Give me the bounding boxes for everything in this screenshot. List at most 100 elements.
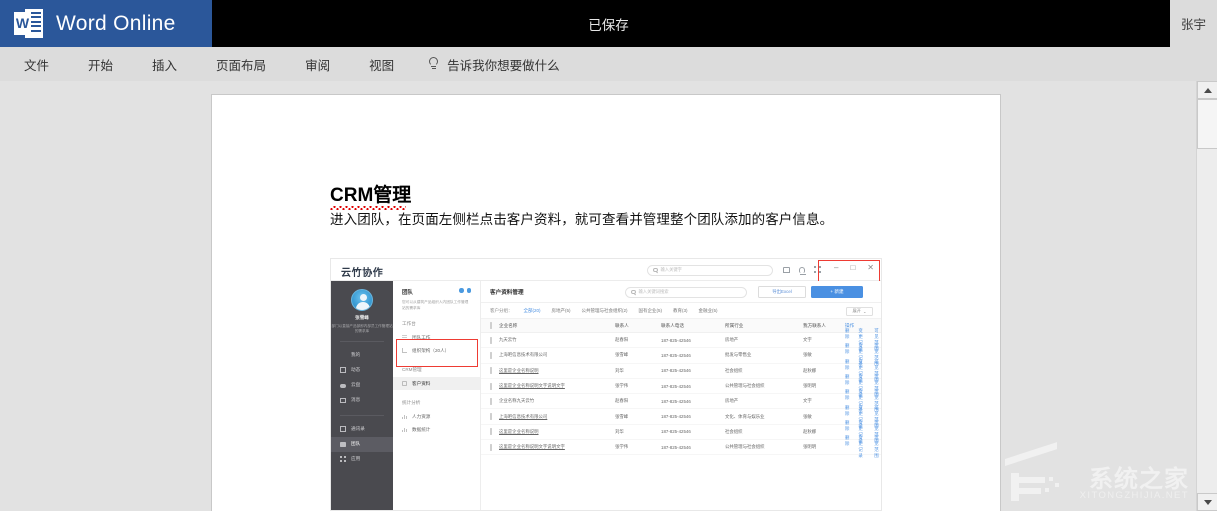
table-row[interactable]: 这里是企业名称说明文字说明文字张学伟187-825-42546公共管理与社会组织… bbox=[481, 379, 881, 394]
cell-industry: 文化、体育与娱乐业 bbox=[725, 414, 803, 420]
nav-item-label: 人力资源 bbox=[412, 414, 430, 420]
row-checkbox[interactable] bbox=[481, 384, 499, 389]
filter-state-owned[interactable]: 国有企业(5) bbox=[639, 308, 663, 314]
sidebar-item-contacts[interactable]: 通讯录 bbox=[331, 422, 393, 437]
tab-page-layout[interactable]: 页面布局 bbox=[210, 47, 272, 81]
scroll-up-button[interactable] bbox=[1197, 81, 1217, 99]
row-checkbox[interactable] bbox=[481, 429, 499, 434]
cell-company-name: 这里是企业名称说明文字说明文字 bbox=[499, 444, 615, 450]
avatar[interactable] bbox=[351, 289, 373, 311]
embedded-screenshot: 云竹协作 输入关键字 – □ ✕ bbox=[330, 258, 882, 511]
sidebar-item-feed[interactable]: 动态 bbox=[331, 363, 393, 378]
main-search-input[interactable]: 输入关键词搜索 bbox=[625, 287, 747, 298]
tab-home[interactable]: 开始 bbox=[82, 47, 119, 81]
table-row[interactable]: 这里是企业名称说明文字说明文字张学伟187-825-42546公共管理与社会组织… bbox=[481, 440, 881, 455]
nav-panel-action-dots[interactable] bbox=[459, 288, 471, 293]
filter-real-estate[interactable]: 房地产(5) bbox=[552, 308, 571, 314]
mail-icon bbox=[340, 398, 346, 403]
column-header-phone: 联系人电话 bbox=[661, 323, 725, 329]
expand-filters-button[interactable]: 展开 ⌄ bbox=[846, 307, 873, 316]
row-checkbox[interactable] bbox=[481, 445, 499, 450]
grid-icon[interactable] bbox=[814, 266, 821, 273]
nav-item-label: 团队工作 bbox=[412, 335, 430, 341]
cell-industry: 公共管理与社会组织 bbox=[725, 383, 803, 389]
export-excel-button[interactable]: 导出Excel bbox=[758, 286, 806, 298]
cell-company-name: 这里是企业名称说明文字说明文字 bbox=[499, 383, 615, 389]
cell-phone: 187-825-42546 bbox=[661, 414, 725, 419]
nav-item-team-work[interactable]: 团队工作 bbox=[393, 331, 480, 344]
filter-finance[interactable]: 金融业(5) bbox=[699, 308, 718, 314]
nav-item-data-stats[interactable]: 数据统计 bbox=[393, 423, 480, 436]
chart-icon bbox=[402, 427, 407, 432]
document-content: CRM管理 进入团队，在页面左侧栏点击客户资料，就可查看并管理整个团队添加的客户… bbox=[330, 185, 930, 229]
tab-insert[interactable]: 插入 bbox=[146, 47, 183, 81]
document-page[interactable]: CRM管理 进入团队，在页面左侧栏点击客户资料，就可查看并管理整个团队添加的客户… bbox=[212, 95, 1000, 511]
row-checkbox[interactable] bbox=[481, 414, 499, 419]
tab-view[interactable]: 视图 bbox=[363, 47, 400, 81]
row-checkbox[interactable] bbox=[481, 353, 499, 358]
table-row[interactable]: 企业名称九天云竹赵春阳187-825-42546房地产文字删除变更记录可见范围 bbox=[481, 394, 881, 409]
embedded-header-icons bbox=[783, 265, 821, 273]
filter-all[interactable]: 全部(20) bbox=[524, 308, 541, 314]
action-delete[interactable]: 删除 bbox=[845, 435, 849, 459]
table-row[interactable]: 上海吧信息技术有限公司张雪峰187-825-42546批发与零售业张敏删除变更记… bbox=[481, 348, 881, 363]
embedded-global-search[interactable]: 输入关键字 bbox=[647, 265, 773, 276]
tab-file[interactable]: 文件 bbox=[18, 47, 55, 81]
sidebar-item-label: 我的 bbox=[351, 352, 360, 358]
filter-education[interactable]: 教育(3) bbox=[673, 308, 688, 314]
cell-contact: 张学伟 bbox=[615, 444, 661, 450]
chevron-down-icon bbox=[1204, 500, 1212, 505]
tab-review[interactable]: 审阅 bbox=[299, 47, 336, 81]
embedded-main-content: 客户资料管理 输入关键词搜索 导出Excel + 新建 客户分组： 全部(20)… bbox=[481, 281, 881, 511]
store-icon[interactable] bbox=[783, 267, 790, 273]
upload-icon bbox=[402, 381, 407, 386]
sidebar-user-desc: 部门以直接产品部即内部员工作管理站的需求库 bbox=[331, 324, 393, 334]
table-row[interactable]: 这里是企业名称说明刘华187-825-42546社会组织赵秋娜删除变更记录可见范… bbox=[481, 425, 881, 440]
new-customer-button[interactable]: + 新建 bbox=[811, 286, 863, 298]
sidebar-item-cloud[interactable]: 云盘 bbox=[331, 378, 393, 393]
scrollbar-thumb[interactable] bbox=[1197, 99, 1217, 149]
close-icon[interactable]: ✕ bbox=[867, 264, 874, 272]
scroll-down-button[interactable] bbox=[1197, 493, 1217, 511]
brand-area: W Word Online bbox=[0, 0, 212, 47]
bell-icon[interactable] bbox=[799, 267, 805, 273]
nav-item-customer-data[interactable]: 客户资料 bbox=[393, 377, 480, 390]
nav-item-label: 客户资料 bbox=[412, 381, 430, 387]
sidebar-item-label: 动态 bbox=[351, 367, 360, 373]
document-paragraph: 进入团队，在页面左侧栏点击客户资料，就可查看并管理整个团队添加的客户信息。 bbox=[330, 210, 930, 229]
vertical-scrollbar[interactable] bbox=[1196, 81, 1217, 511]
row-checkbox[interactable] bbox=[481, 338, 499, 343]
square-icon bbox=[340, 367, 346, 373]
tell-me-search[interactable]: 告诉我你想要做什么 bbox=[427, 47, 560, 81]
maximize-icon[interactable]: □ bbox=[850, 264, 855, 272]
sidebar-item-mine[interactable]: 我的 bbox=[331, 348, 393, 363]
embedded-app-header: 云竹协作 输入关键字 – □ ✕ bbox=[331, 259, 881, 281]
row-checkbox[interactable] bbox=[481, 399, 499, 404]
cell-industry: 公共管理与社会组织 bbox=[725, 444, 803, 450]
window-controls: – □ ✕ bbox=[834, 264, 874, 272]
cell-our-contact: 赵秋娜 bbox=[803, 368, 845, 374]
action-visibility[interactable]: 可见范围 bbox=[874, 435, 881, 459]
page-title: CRM管理 bbox=[330, 185, 411, 207]
user-account-button[interactable]: 张宇 bbox=[1170, 0, 1217, 47]
sidebar-item-apps[interactable]: 应用 bbox=[331, 452, 393, 467]
cell-industry: 房地产 bbox=[725, 398, 803, 404]
sidebar-item-team[interactable]: 团队 bbox=[331, 437, 393, 452]
cell-our-contact: 张敏 bbox=[803, 352, 845, 358]
action-change-log[interactable]: 变更记录 bbox=[858, 435, 865, 459]
cell-our-contact: 文字 bbox=[803, 398, 845, 404]
minimize-icon[interactable]: – bbox=[834, 264, 838, 272]
sidebar-item-message[interactable]: 消息 bbox=[331, 393, 393, 408]
table-header-row: 企业名称 联系人 联系人电话 所属行业 我方联系人 操作 bbox=[481, 319, 881, 333]
table-row[interactable]: 上海吧信息技术有限公司张雪峰187-825-42546文化、体育与娱乐业张敏删除… bbox=[481, 409, 881, 424]
document-canvas: CRM管理 进入团队，在页面左侧栏点击客户资料，就可查看并管理整个团队添加的客户… bbox=[0, 81, 1196, 511]
nav-section-crm: CRM管理 bbox=[393, 357, 480, 377]
table-row[interactable]: 这里是企业名称说明刘华187-825-42546社会组织赵秋娜删除变更记录可见范… bbox=[481, 364, 881, 379]
column-header-name: 企业名称 bbox=[499, 323, 615, 329]
select-all-checkbox[interactable] bbox=[481, 323, 499, 328]
nav-item-hr[interactable]: 人力资源 bbox=[393, 410, 480, 423]
table-row[interactable]: 九天云竹赵春阳187-825-42546房地产文字删除变更记录可见范围 bbox=[481, 333, 881, 348]
row-checkbox[interactable] bbox=[481, 368, 499, 373]
nav-item-org-structure[interactable]: 组织架构（20人） bbox=[393, 344, 480, 357]
filter-public-admin[interactable]: 公共管理与社会组织(2) bbox=[582, 308, 628, 314]
